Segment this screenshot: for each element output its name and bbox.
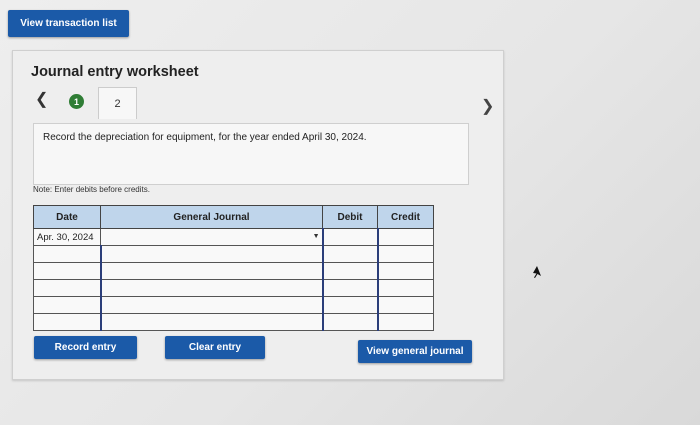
view-general-journal-button[interactable]: View general journal [358, 340, 472, 363]
step-2-tab[interactable]: 2 [98, 87, 137, 119]
instruction-box: Record the depreciation for equipment, f… [33, 123, 469, 185]
credit-input[interactable] [376, 296, 434, 314]
instruction-text: Record the depreciation for equipment, f… [43, 132, 367, 143]
table-row [33, 245, 434, 263]
account-select[interactable] [99, 279, 324, 297]
credit-input[interactable] [376, 313, 434, 331]
table-header-row: Date General Journal Debit Credit [33, 205, 434, 229]
debit-header: Debit [322, 205, 378, 229]
credit-header: Credit [377, 205, 434, 229]
credit-input[interactable] [376, 245, 434, 263]
date-header: Date [33, 205, 101, 229]
credit-input[interactable] [376, 228, 434, 246]
step-1-indicator[interactable]: 1 [69, 94, 84, 109]
worksheet-title: Journal entry worksheet [31, 64, 199, 80]
record-entry-button[interactable]: Record entry [34, 336, 137, 359]
debit-input[interactable] [321, 262, 378, 280]
mouse-pointer-icon [533, 266, 541, 278]
debit-input[interactable] [321, 296, 378, 314]
caret-down-icon[interactable]: ▼ [313, 233, 320, 240]
account-select[interactable] [99, 296, 324, 314]
account-select[interactable]: ▼ [100, 228, 323, 246]
date-cell [33, 313, 101, 331]
debit-input[interactable] [321, 228, 378, 246]
date-cell [33, 279, 101, 297]
debit-input[interactable] [321, 245, 378, 263]
date-cell: Apr. 30, 2024 [33, 228, 101, 246]
date-cell [33, 245, 101, 263]
table-row [33, 313, 434, 331]
credit-input[interactable] [376, 262, 434, 280]
credit-input[interactable] [376, 279, 434, 297]
chevron-left-icon[interactable]: ❮ [35, 89, 48, 109]
table-row: Apr. 30, 2024 ▼ [33, 228, 434, 246]
note-text: Note: Enter debits before credits. [33, 185, 150, 194]
account-select[interactable] [99, 262, 324, 280]
table-row [33, 296, 434, 314]
clear-entry-button[interactable]: Clear entry [165, 336, 265, 359]
account-select[interactable] [99, 313, 324, 331]
journal-entry-worksheet-panel: Journal entry worksheet ❮ 1 2 ❯ Record t… [12, 50, 504, 380]
table-row [33, 279, 434, 297]
account-select[interactable] [99, 245, 324, 263]
date-cell [33, 262, 101, 280]
table-row [33, 262, 434, 280]
chevron-right-icon[interactable]: ❯ [481, 96, 494, 116]
journal-table: Date General Journal Debit Credit Apr. 3… [33, 205, 434, 331]
debit-input[interactable] [321, 313, 378, 331]
debit-input[interactable] [321, 279, 378, 297]
date-cell [33, 296, 101, 314]
view-transaction-list-button[interactable]: View transaction list [8, 10, 129, 37]
general-journal-header: General Journal [100, 205, 323, 229]
